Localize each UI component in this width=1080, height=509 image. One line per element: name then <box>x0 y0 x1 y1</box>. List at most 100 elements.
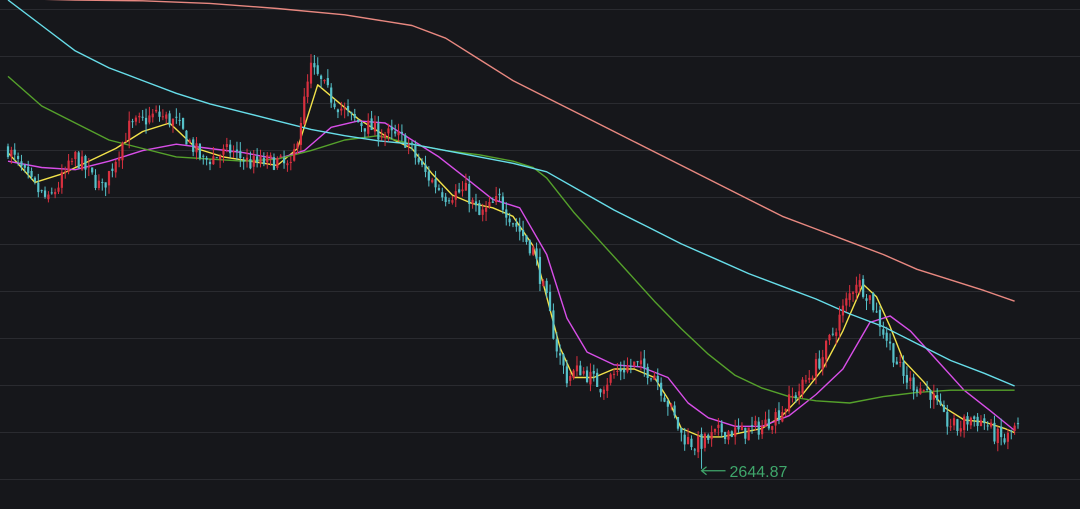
candle-body <box>225 144 228 147</box>
candle-body <box>508 218 511 223</box>
candle-body <box>178 119 181 121</box>
candle-body <box>215 157 218 159</box>
candle-body <box>390 126 393 131</box>
candle-body <box>966 416 969 425</box>
candle-body <box>80 156 84 170</box>
candle-body <box>161 116 164 118</box>
candle-body <box>511 223 515 225</box>
candle-body <box>17 156 20 159</box>
candle-body <box>43 190 47 197</box>
candle-body <box>441 192 444 198</box>
candle-body <box>777 410 781 421</box>
candle-body <box>380 136 383 138</box>
annotations: 2644.87 <box>700 464 788 481</box>
candle-body <box>905 375 908 383</box>
candle-body <box>774 412 777 426</box>
candle-body <box>814 359 818 377</box>
candle-body <box>256 156 259 163</box>
candle-body <box>555 339 558 352</box>
candle-body <box>562 354 565 366</box>
candle-body <box>232 151 235 153</box>
chart-canvas: 2644.87 <box>0 0 1080 481</box>
candle-body <box>242 160 245 162</box>
candle-body <box>289 161 292 164</box>
candle-body <box>703 433 706 448</box>
candle-body <box>272 157 276 170</box>
candle-body <box>858 280 861 287</box>
candle-body <box>808 377 811 380</box>
candle-body <box>417 158 420 163</box>
candle-body <box>461 189 464 192</box>
candle-body <box>986 425 989 427</box>
candle-body <box>340 108 343 111</box>
candle-body <box>535 248 538 259</box>
candle-body <box>787 394 791 412</box>
candle-body <box>478 202 481 215</box>
candle-body <box>946 411 949 427</box>
candle-body <box>336 109 340 113</box>
candle-body <box>653 375 656 380</box>
candle-body <box>192 139 195 152</box>
candle-body <box>548 291 552 312</box>
candle-body <box>357 119 360 123</box>
candle-body <box>505 209 508 218</box>
candle-body <box>821 357 824 370</box>
candle-body <box>353 113 356 118</box>
candle-body <box>1006 432 1009 442</box>
candle-body <box>144 117 148 125</box>
candle-body <box>454 191 457 200</box>
candle-body <box>902 361 905 376</box>
candle-body <box>155 109 158 112</box>
candle-body <box>926 388 929 390</box>
candle-body <box>525 235 528 242</box>
candle-body <box>87 166 90 168</box>
candle-body <box>518 226 521 232</box>
candle-body <box>296 143 299 149</box>
candle-body <box>626 365 629 372</box>
low-price-label: 2644.87 <box>730 464 788 481</box>
candle-body <box>781 412 784 422</box>
candle-body <box>212 156 215 165</box>
candle-body <box>794 395 797 398</box>
candle-body <box>737 426 740 430</box>
candle-body <box>70 161 74 163</box>
candle-body <box>710 431 713 440</box>
candle-body <box>609 374 612 383</box>
candle-body <box>20 161 23 167</box>
candle-body <box>111 168 114 171</box>
candle-body <box>1003 438 1006 443</box>
candle-body <box>582 371 585 374</box>
candle-body <box>959 428 962 432</box>
candle-body <box>158 111 161 117</box>
candle-body <box>326 78 329 86</box>
candle-body <box>208 161 212 165</box>
candle-body <box>798 391 801 396</box>
candle-body <box>400 131 403 134</box>
candle-body <box>252 155 255 167</box>
candle-body <box>922 389 925 391</box>
candles <box>6 54 1020 469</box>
candle-body <box>488 201 491 207</box>
candle-body <box>175 116 178 118</box>
candle-body <box>185 130 188 145</box>
candle-body <box>619 368 622 372</box>
candle-body <box>730 431 733 437</box>
candle-body <box>784 408 787 412</box>
candle-body <box>761 426 764 435</box>
candle-body <box>804 380 807 382</box>
candle-body <box>205 157 208 160</box>
candle-body <box>484 207 488 212</box>
candle-body <box>686 437 690 445</box>
candle-body <box>464 182 467 191</box>
candle-body <box>909 377 912 382</box>
candle-body <box>717 424 720 428</box>
candle-body <box>841 305 845 316</box>
candle-body <box>343 108 346 110</box>
candle-body <box>767 418 770 429</box>
candle-body <box>394 131 397 134</box>
candle-body <box>91 167 94 173</box>
candle-body <box>434 179 437 188</box>
candle-body <box>565 366 568 384</box>
candle-body <box>286 163 289 166</box>
candle-body <box>649 378 653 380</box>
